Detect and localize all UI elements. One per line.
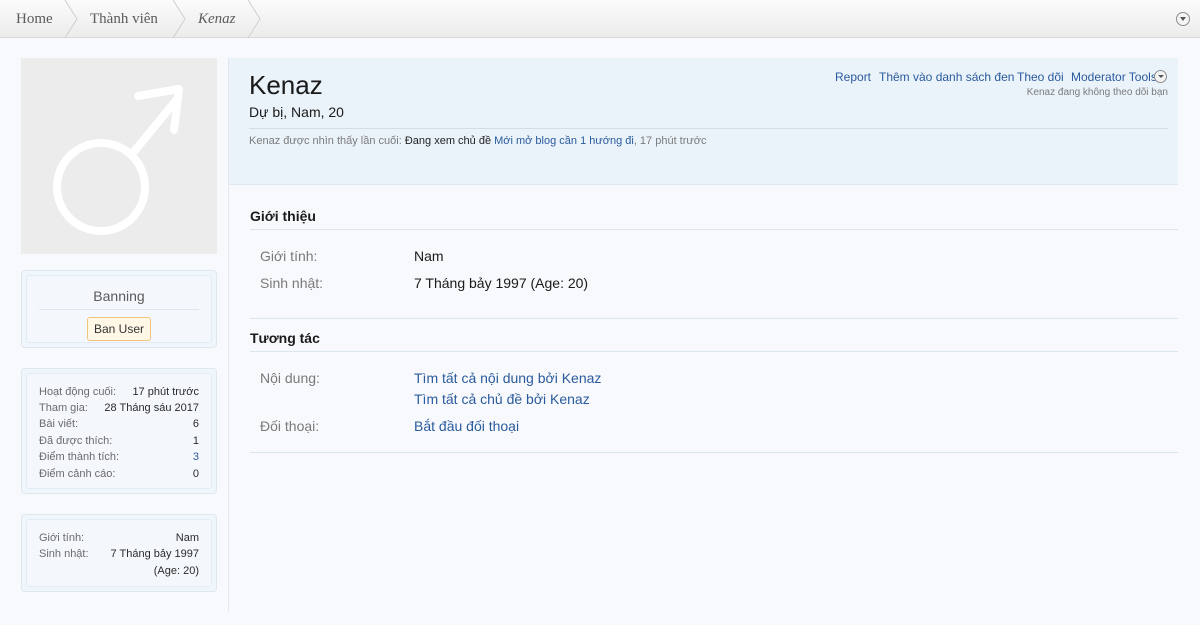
- stat-value: 1: [192, 435, 199, 447]
- interact-content-label: Nội dung:: [260, 370, 320, 386]
- find-all-content-link[interactable]: Tìm tất cả nội dung bởi Kenaz: [414, 370, 601, 386]
- breadcrumb-current[interactable]: Kenaz: [198, 0, 236, 38]
- info-box: Giới tính: Nam Sinh nhật: 7 Tháng bảy 19…: [21, 514, 217, 592]
- info-value: 7 Tháng bảy 1997: [110, 548, 199, 560]
- breadcrumb-separator-icon: [172, 0, 186, 38]
- chevron-down-icon[interactable]: [1154, 70, 1167, 83]
- info-row: Sinh nhật: 7 Tháng bảy 1997: [39, 546, 199, 562]
- stat-label: Điểm thành tích:: [39, 451, 120, 463]
- follow-link[interactable]: Theo dõi: [1017, 70, 1064, 84]
- stat-value: 6: [192, 418, 199, 430]
- username: Kenaz: [249, 70, 323, 100]
- stat-row: Tham gia: 28 Tháng sáu 2017: [39, 400, 199, 416]
- ignore-link[interactable]: Thêm vào danh sách đen: [879, 70, 1014, 84]
- last-seen: Kenaz được nhìn thấy lần cuối: Đang xem …: [249, 135, 706, 147]
- ban-user-button[interactable]: Ban User: [87, 317, 151, 341]
- about-birthday-label: Sinh nhật:: [260, 275, 324, 291]
- divider: [249, 128, 1168, 129]
- breadcrumb-home[interactable]: Home: [16, 0, 53, 38]
- stat-value: 28 Tháng sáu 2017: [104, 402, 199, 414]
- stat-label: Đã được thích:: [39, 435, 113, 447]
- banning-box: Banning Ban User: [21, 270, 217, 348]
- follow-status: Kenaz đang không theo dõi bạn: [1026, 87, 1168, 98]
- divider: [250, 229, 1178, 230]
- about-birthday-value: 7 Tháng bảy 1997 (Age: 20): [414, 275, 589, 291]
- start-conversation-link[interactable]: Bắt đầu đối thoại: [414, 418, 519, 434]
- last-seen-time: , 17 phút trước: [633, 135, 707, 147]
- stat-label: Tham gia:: [39, 402, 88, 414]
- info-label: Giới tính:: [39, 532, 85, 544]
- report-link[interactable]: Report: [835, 70, 871, 84]
- divider: [39, 309, 199, 310]
- male-symbol-icon: [53, 85, 183, 235]
- jump-menu-icon[interactable]: [1176, 12, 1190, 26]
- stats-box: Hoạt động cuối: 17 phút trước Tham gia: …: [21, 368, 217, 494]
- stat-row: Điểm thành tích: 3: [39, 449, 199, 465]
- divider: [250, 318, 1178, 319]
- last-seen-action: Đang xem chủ đề: [404, 135, 492, 147]
- breadcrumb: Home Thành viên Kenaz: [0, 0, 1200, 38]
- stat-label: Điểm cảnh cáo:: [39, 468, 116, 480]
- stat-row: Điểm cảnh cáo: 0: [39, 466, 199, 482]
- moderator-tools-link[interactable]: Moderator Tools: [1071, 70, 1157, 84]
- profile-header: Kenaz Dự bị, Nam, 20 Kenaz được nhìn thấ…: [229, 58, 1178, 185]
- info-value: Nam: [175, 532, 199, 544]
- avatar[interactable]: [21, 58, 217, 254]
- find-all-threads-link[interactable]: Tìm tất cả chủ đề bởi Kenaz: [414, 391, 590, 407]
- breadcrumb-separator-icon: [247, 0, 261, 38]
- stat-label: Bài viết:: [39, 418, 79, 430]
- stat-row: Hoạt động cuối: 17 phút trước: [39, 384, 199, 400]
- info-label: Sinh nhật:: [39, 548, 89, 560]
- divider: [250, 351, 1178, 352]
- breadcrumb-members[interactable]: Thành viên: [90, 0, 158, 38]
- breadcrumb-separator-icon: [64, 0, 78, 38]
- info-row: (Age: 20): [39, 563, 199, 579]
- stat-value: 0: [192, 468, 199, 480]
- stat-label: Hoạt động cuối:: [39, 386, 117, 398]
- profile-action-links: Report Thêm vào danh sách đen Theo dõi M…: [835, 70, 1168, 86]
- section-title-interact: Tương tác: [250, 330, 320, 346]
- about-gender-value: Nam: [414, 248, 444, 264]
- divider: [250, 452, 1178, 453]
- trophy-points-link[interactable]: 3: [193, 449, 199, 465]
- about-gender-label: Giới tính:: [260, 248, 318, 264]
- user-meta: Dự bị, Nam, 20: [249, 104, 344, 120]
- section-title-about: Giới thiệu: [250, 208, 316, 224]
- stat-row: Đã được thích: 1: [39, 433, 199, 449]
- last-seen-prefix: Kenaz được nhìn thấy lần cuối:: [249, 135, 402, 147]
- last-seen-thread-link[interactable]: Mới mở blog cần 1 hướng đi: [494, 135, 634, 147]
- banning-title: Banning: [93, 288, 145, 304]
- interact-conversation-label: Đối thoại:: [260, 418, 320, 434]
- info-row: Giới tính: Nam: [39, 530, 199, 546]
- stat-row: Bài viết: 6: [39, 416, 199, 432]
- stat-value: 17 phút trước: [132, 386, 199, 398]
- info-value: (Age: 20): [153, 565, 199, 577]
